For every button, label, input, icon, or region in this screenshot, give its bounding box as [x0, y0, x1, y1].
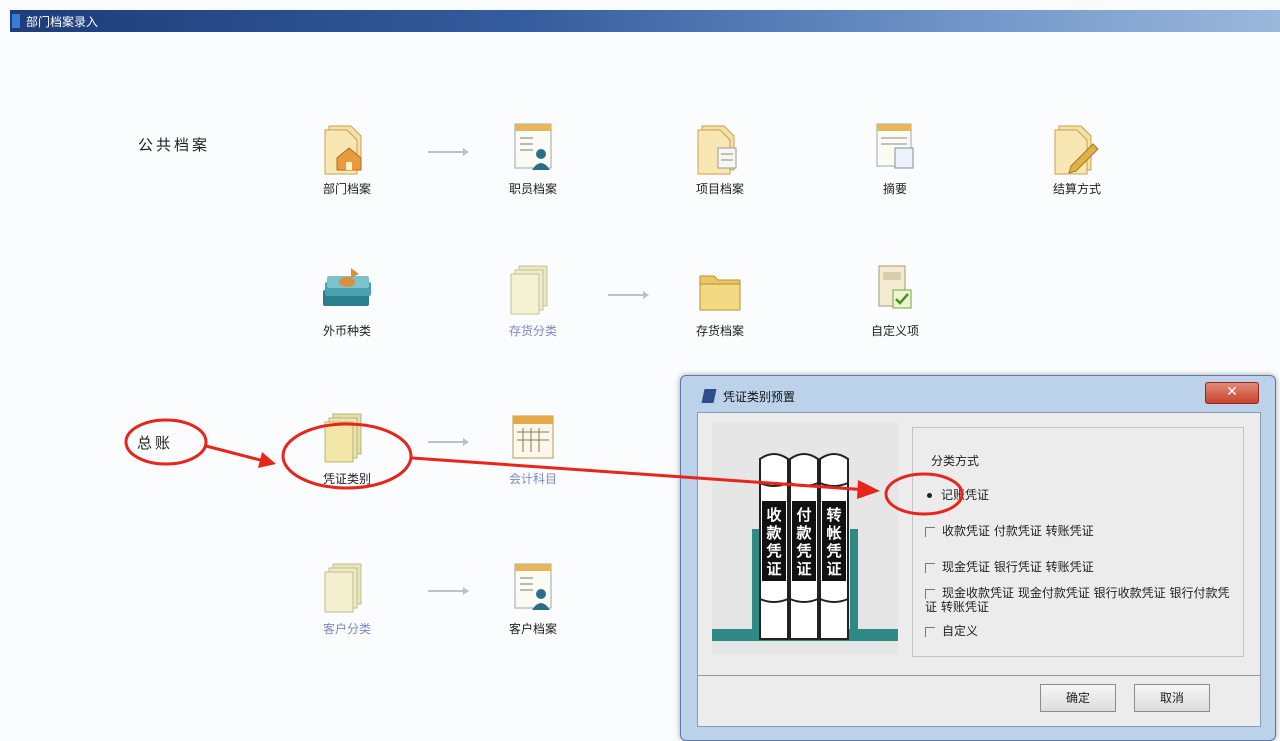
- flow-arrow: [428, 438, 469, 446]
- window-titlebar: 部门档案录入: [10, 10, 1280, 32]
- svg-text:证: 证: [796, 560, 811, 578]
- section-general-ledger: 总账: [137, 434, 174, 452]
- dialog-footer: 确定 取消: [697, 676, 1261, 727]
- item-inventory-archive[interactable]: 存货档案: [665, 262, 775, 339]
- radio-selected-icon[interactable]: [925, 491, 934, 500]
- item-custom[interactable]: 自定义项: [840, 262, 950, 339]
- item-project[interactable]: 项目档案: [665, 120, 775, 197]
- radio-icon[interactable]: [925, 562, 935, 573]
- option-cash-bank-transfer[interactable]: 现金凭证 银行凭证 转账凭证: [925, 558, 1094, 575]
- settlement-icon: [1054, 125, 1099, 175]
- voucher-type-label: 凭证类别: [322, 472, 371, 486]
- svg-text:帐: 帐: [826, 524, 841, 542]
- staff-icon: [514, 123, 552, 170]
- customer-archive-icon: [514, 563, 552, 610]
- option-custom[interactable]: 自定义: [925, 622, 978, 639]
- option-receipt-payment-transfer[interactable]: 收款凭证 付款凭证 转账凭证: [925, 522, 1094, 539]
- svg-text:款: 款: [796, 524, 812, 542]
- department-icon: [324, 125, 362, 175]
- dialog-titlebar: 凭证类别预置 ✕: [681, 376, 1275, 416]
- project-icon: [697, 125, 737, 175]
- radio-icon[interactable]: [925, 626, 935, 637]
- customer-class-label: 客户分类: [322, 622, 371, 636]
- spine-label-2: 付: [796, 506, 811, 524]
- inventory-archive-label: 存货档案: [695, 324, 744, 338]
- currency-icon: [323, 268, 371, 306]
- voucher-type-preset-dialog: 凭证类别预置 ✕ 收 款 凭 证 付 款 凭 证 转 帐 凭 证 分类方式 记账…: [680, 375, 1276, 741]
- item-account[interactable]: 会计科目: [478, 410, 588, 487]
- item-customer-class[interactable]: 客户分类: [292, 560, 402, 637]
- item-settlement[interactable]: 结算方式: [1022, 120, 1132, 197]
- option-single-voucher[interactable]: 记账凭证: [925, 486, 989, 503]
- app-icon: [12, 14, 20, 28]
- item-currency[interactable]: 外币种类: [292, 262, 402, 339]
- flow-arrow: [428, 148, 469, 156]
- customer-archive-label: 客户档案: [508, 622, 557, 636]
- spine-label-3: 转: [826, 506, 841, 524]
- item-voucher-type[interactable]: 凭证类别: [292, 410, 402, 487]
- department-label: 部门档案: [322, 182, 371, 196]
- item-inventory-class[interactable]: 存货分类: [478, 262, 588, 339]
- summary-icon: [876, 123, 914, 169]
- settlement-label: 结算方式: [1052, 182, 1101, 196]
- close-button[interactable]: ✕: [1205, 382, 1259, 404]
- staff-label: 职员档案: [508, 182, 557, 196]
- voucher-type-icon: [324, 413, 362, 463]
- inventory-class-label: 存货分类: [508, 324, 557, 338]
- classification-group: 分类方式 记账凭证 收款凭证 付款凭证 转账凭证 现金凭证 银行凭证 转账凭证 …: [912, 427, 1244, 657]
- summary-label: 摘要: [882, 182, 907, 196]
- account-icon: [512, 415, 554, 459]
- svg-text:证: 证: [826, 560, 841, 578]
- custom-item-label: 自定义项: [870, 324, 919, 338]
- group-title: 分类方式: [931, 454, 980, 468]
- item-customer-archive[interactable]: 客户档案: [478, 560, 588, 637]
- project-label: 项目档案: [695, 182, 744, 196]
- svg-text:款: 款: [766, 524, 782, 542]
- flow-arrow: [428, 587, 469, 595]
- radio-icon[interactable]: [925, 526, 935, 537]
- inventory-class-icon: [510, 265, 548, 315]
- account-label: 会计科目: [508, 472, 557, 486]
- item-department[interactable]: 部门档案: [292, 120, 402, 197]
- radio-icon[interactable]: [925, 588, 935, 599]
- folder-icon: [699, 275, 741, 311]
- svg-text:凭: 凭: [825, 542, 841, 560]
- customer-class-icon: [324, 563, 362, 613]
- ok-button[interactable]: 确定: [1040, 684, 1116, 712]
- svg-text:凭: 凭: [765, 542, 781, 560]
- window-title: 部门档案录入: [26, 15, 99, 29]
- option-detailed[interactable]: 现金收款凭证 现金付款凭证 银行收款凭证 银行付款凭证 转账凭证: [925, 586, 1235, 614]
- spine-label-1: 收: [766, 506, 781, 524]
- dialog-icon: [701, 389, 717, 403]
- dialog-body: 收 款 凭 证 付 款 凭 证 转 帐 凭 证 分类方式 记账凭证 收款凭证 付…: [697, 412, 1261, 676]
- item-summary[interactable]: 摘要: [840, 120, 950, 197]
- flow-arrow: [608, 291, 649, 299]
- svg-text:证: 证: [766, 560, 781, 578]
- custom-item-icon: [878, 265, 912, 309]
- cancel-button[interactable]: 取消: [1134, 684, 1210, 712]
- currency-label: 外币种类: [322, 324, 371, 338]
- dialog-title: 凭证类别预置: [723, 390, 796, 404]
- section-public-archives: 公共档案: [138, 136, 211, 154]
- item-staff[interactable]: 职员档案: [478, 120, 588, 197]
- voucher-books-illustration: 收 款 凭 证 付 款 凭 证 转 帐 凭 证: [712, 423, 898, 655]
- svg-text:凭: 凭: [795, 542, 811, 560]
